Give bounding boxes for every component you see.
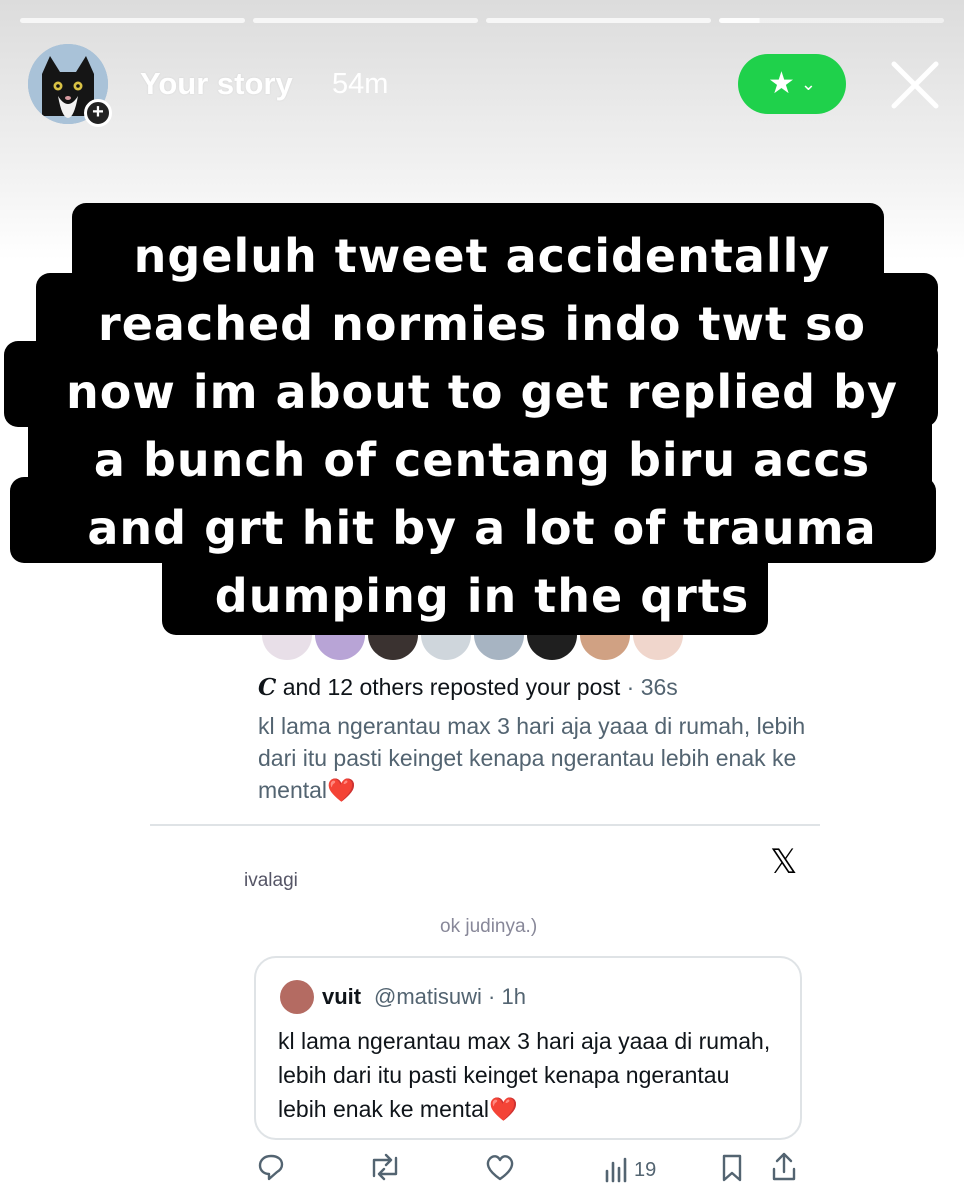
tweet-action-bar: 19 — [254, 1150, 802, 1190]
close-icon[interactable] — [886, 56, 944, 114]
quoted-author-name: vuit — [322, 984, 362, 1009]
divider — [150, 824, 820, 826]
close-friends-button[interactable]: ★ ⌄ — [738, 54, 846, 114]
quoted-tweet-card[interactable]: vuit @matisuwi · 1h kl lama ngerantau ma… — [254, 956, 802, 1140]
caption-line: reached normies indo twt so — [98, 297, 866, 351]
reply-icon[interactable] — [256, 1152, 286, 1182]
bookmark-icon[interactable] — [720, 1153, 744, 1183]
heart-emoji: ❤️ — [488, 1096, 518, 1122]
views-icon — [605, 1157, 627, 1182]
chevron-down-icon: ⌄ — [800, 74, 816, 94]
views-button[interactable]: 19 — [604, 1150, 656, 1188]
progress-segment-current — [719, 18, 944, 23]
views-count: 19 — [634, 1158, 657, 1181]
obscured-tweet-text: ok judinya.) — [440, 916, 538, 937]
quoted-author-handle: @matisuwi · 1h — [374, 984, 526, 1009]
x-logo-icon: 𝕏 — [770, 842, 798, 882]
caption-line: a bunch of centang biru accs — [93, 433, 871, 487]
quoted-tweet-body: kl lama ngerantau max 3 hari aja yaaa di… — [278, 1028, 771, 1122]
story-title: Your story — [140, 66, 293, 101]
progress-segment — [486, 18, 711, 23]
share-icon[interactable] — [770, 1151, 798, 1183]
repost-time: · 36s — [620, 674, 678, 700]
reposted-tweet-text[interactable]: kl lama ngerantau max 3 hari aja yaaa di… — [258, 710, 818, 806]
quoted-tweet-text: kl lama ngerantau max 3 hari aja yaaa di… — [278, 1024, 778, 1126]
obscured-display-name: ivalagi — [244, 870, 298, 891]
caption-line: now im about to get replied by — [65, 365, 899, 419]
reposter-name: C — [258, 674, 277, 701]
progress-segment — [253, 18, 478, 23]
repost-notification[interactable]: C and 12 others reposted your post · 36s — [258, 674, 678, 701]
story-timestamp: 54m — [332, 68, 389, 100]
heart-icon[interactable] — [484, 1153, 516, 1181]
story-progress-bar — [20, 18, 944, 24]
heart-emoji: ❤️ — [327, 777, 356, 803]
progress-segment — [20, 18, 245, 23]
repost-text: and 12 others reposted your post — [276, 674, 621, 700]
repost-icon[interactable] — [368, 1152, 402, 1182]
caption-line: ngeluh tweet accidentally — [133, 229, 831, 283]
add-story-icon[interactable]: + — [84, 99, 112, 127]
star-icon: ★ — [768, 67, 795, 100]
caption-line: and grt hit by a lot of trauma — [87, 501, 877, 555]
caption-text: ngeluh tweet accidentally reached normie… — [0, 222, 964, 630]
caption-line: dumping in the qrts — [214, 569, 750, 623]
avatar — [280, 980, 314, 1014]
